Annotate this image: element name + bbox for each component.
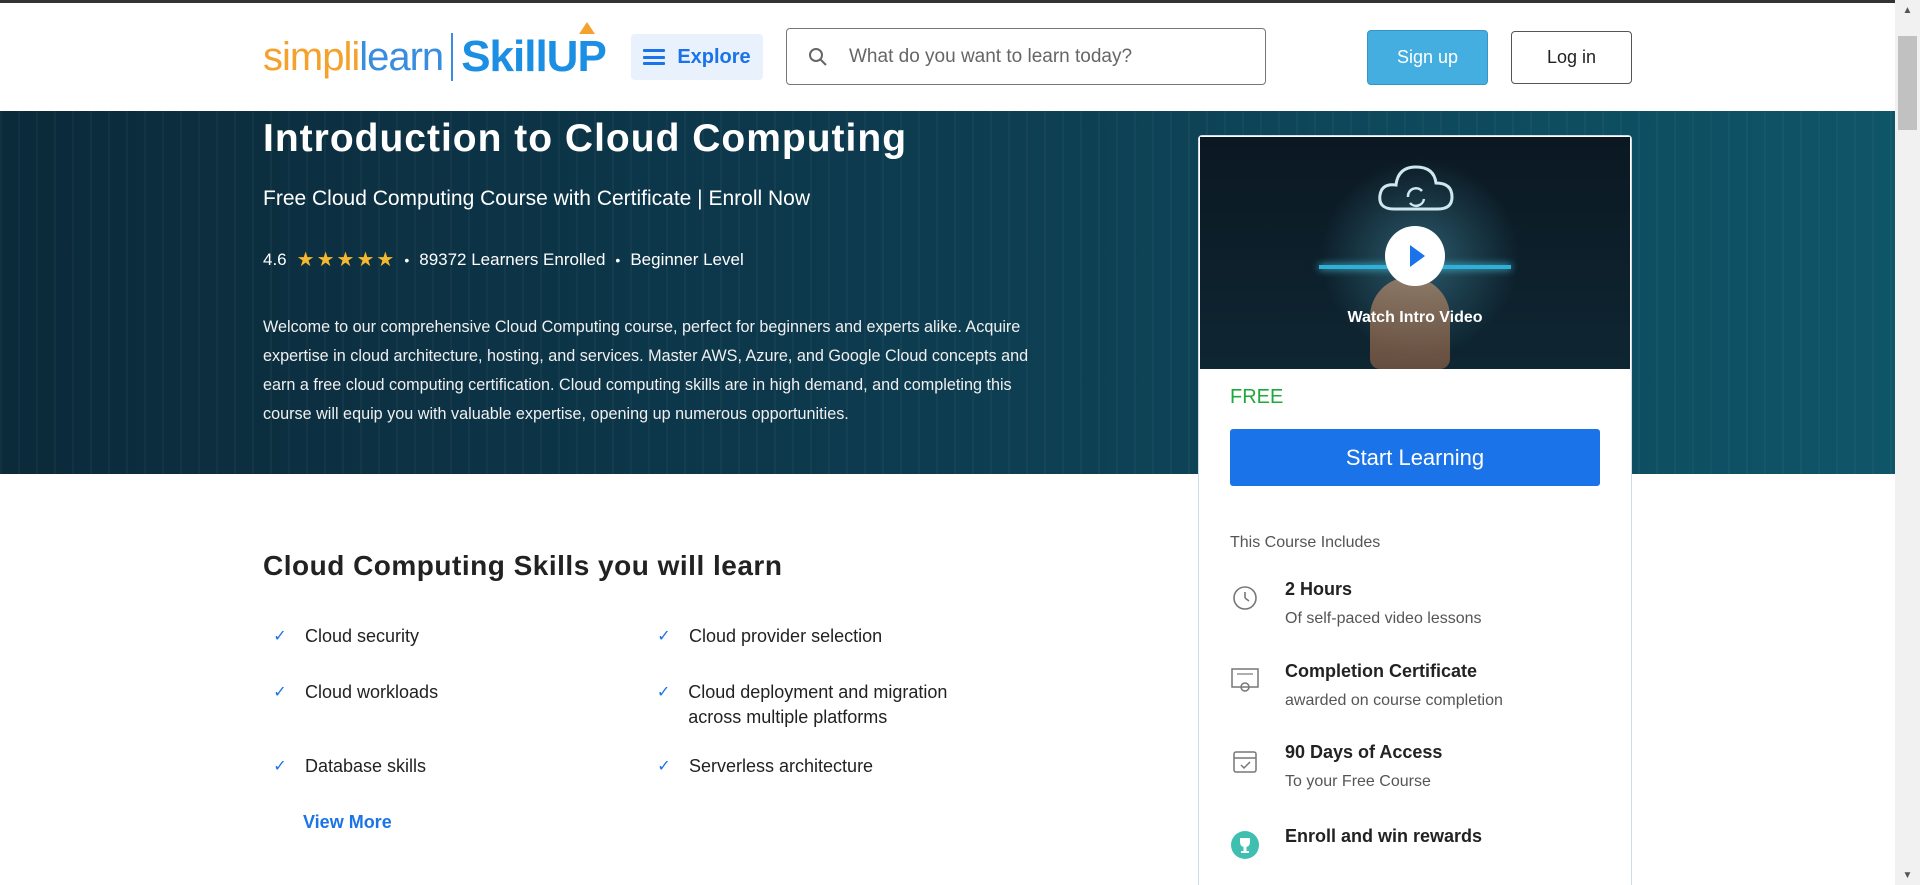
search-input[interactable]	[841, 45, 1265, 68]
view-more-link[interactable]: View More	[303, 812, 392, 833]
include-title: Enroll and win rewards	[1285, 826, 1483, 846]
scroll-up-arrow-icon[interactable]: ▲	[1895, 0, 1920, 20]
page-scrollbar[interactable]: ▲ ▼	[1895, 0, 1920, 885]
intro-video-thumbnail[interactable]: Watch Intro Video	[1200, 137, 1630, 369]
include-item-rewards[interactable]: Enroll and win rewards	[1230, 826, 1482, 860]
separator-dot: •	[404, 251, 410, 268]
check-icon: ✓	[273, 758, 287, 775]
include-item-certificate: Completion Certificate awarded on course…	[1230, 661, 1503, 710]
explore-label: Explore	[677, 45, 751, 68]
logo-skillup-text: SkillUP	[461, 22, 607, 82]
scroll-thumb[interactable]	[1898, 36, 1917, 130]
logo-skillup-label: SkillUP	[461, 32, 607, 81]
up-arrow-icon	[579, 22, 596, 34]
skill-item: ✓ Cloud deployment and migration across …	[655, 680, 975, 730]
calendar-icon	[1230, 746, 1260, 776]
include-title: 90 Days of Access	[1285, 742, 1443, 762]
course-title: Introduction to Cloud Computing	[263, 117, 908, 160]
rating-value: 4.6	[263, 249, 287, 269]
star-icon: ★	[336, 249, 355, 271]
skill-item: ✓ Database skills	[271, 754, 426, 779]
skill-label: Cloud workloads	[305, 682, 439, 702]
skill-label: Cloud deployment and migration across mu…	[688, 682, 948, 727]
skill-item: ✓ Cloud provider selection	[655, 624, 882, 649]
skill-label: Cloud provider selection	[689, 626, 883, 646]
logo-divider	[451, 33, 454, 81]
explore-button[interactable]: Explore	[631, 34, 763, 80]
clock-icon	[1230, 583, 1260, 613]
course-level: Beginner Level	[630, 249, 744, 269]
skill-item: ✓ Cloud security	[271, 624, 419, 649]
course-enroll-card: Watch Intro Video FREE Start Learning Th…	[1198, 135, 1632, 885]
skill-label: Database skills	[305, 756, 427, 776]
check-icon: ✓	[656, 684, 671, 701]
skill-label: Serverless architecture	[689, 756, 874, 776]
hamburger-menu-icon	[643, 49, 666, 65]
rating-stars: ★ ★ ★ ★ ★	[297, 247, 395, 272]
separator-dot: •	[615, 251, 621, 268]
logo-simpli-text: simpli	[263, 34, 360, 79]
simplilearn-skillup-logo[interactable]: simpli learn SkillUP	[263, 22, 607, 87]
start-learning-button[interactable]: Start Learning	[1230, 429, 1600, 486]
search-icon	[795, 47, 841, 67]
include-title: Completion Certificate	[1285, 661, 1478, 681]
include-item-hours: 2 Hours Of self-paced video lessons	[1230, 579, 1482, 628]
star-icon: ★	[316, 249, 335, 271]
play-button[interactable]	[1385, 226, 1445, 286]
learners-count: 89372 Learners Enrolled	[419, 249, 606, 269]
check-icon: ✓	[273, 628, 287, 645]
login-button[interactable]: Log in	[1511, 31, 1632, 84]
check-icon: ✓	[657, 628, 671, 645]
play-icon	[1410, 245, 1425, 267]
star-icon: ★	[296, 249, 315, 271]
search-bar[interactable]	[786, 28, 1266, 85]
course-description: Welcome to our comprehensive Cloud Compu…	[263, 318, 1029, 423]
star-icon: ★	[356, 249, 375, 271]
course-meta: 4.6 ★ ★ ★ ★ ★ • 89372 Learners Enrolled • Be…	[263, 247, 744, 272]
course-price: FREE	[1230, 386, 1284, 408]
include-title: 2 Hours	[1285, 579, 1353, 599]
trophy-icon	[1230, 830, 1260, 860]
cloud-sync-icon	[1378, 165, 1454, 211]
signup-button[interactable]: Sign up	[1367, 30, 1488, 85]
skill-item: ✓ Serverless architecture	[655, 754, 873, 779]
course-subtitle: Free Cloud Computing Course with Certifi…	[263, 187, 811, 210]
include-subtitle: Of self-paced video lessons	[1285, 610, 1482, 627]
include-subtitle: awarded on course completion	[1285, 692, 1503, 709]
certificate-icon	[1230, 665, 1260, 695]
skills-section-title: Cloud Computing Skills you will learn	[263, 550, 783, 581]
include-item-access: 90 Days of Access To your Free Course	[1230, 742, 1442, 791]
scroll-down-arrow-icon[interactable]: ▼	[1895, 865, 1920, 885]
check-icon: ✓	[657, 758, 671, 775]
top-header: simplilearn SkillUP Explore Sign up Log …	[0, 0, 1895, 111]
skill-item: ✓ Cloud workloads	[271, 680, 438, 705]
logo-learn-text: learn	[359, 34, 444, 79]
include-subtitle: To your Free Course	[1285, 773, 1431, 790]
course-includes-title: This Course Includes	[1230, 534, 1381, 551]
watch-intro-label: Watch Intro Video	[1347, 309, 1483, 326]
skill-label: Cloud security	[305, 626, 420, 646]
check-icon: ✓	[273, 684, 287, 701]
star-icon: ★	[376, 249, 395, 271]
